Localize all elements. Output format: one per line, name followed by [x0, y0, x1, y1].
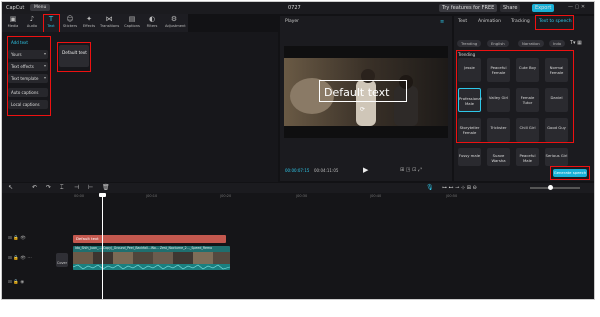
track-controls-icon[interactable]: ⊟ 🔒 ◉ — [8, 280, 24, 285]
split-icon[interactable]: ⌶ — [60, 184, 64, 192]
transitions-icon: ⋈ — [105, 15, 113, 23]
menu-button[interactable]: Menu — [30, 4, 51, 11]
voice-peaceful-male[interactable]: Peaceful Male — [516, 148, 539, 166]
video-clip-label: Ida_Shih_Juan_...(Copy)_Ground_Peel_Back… — [75, 246, 213, 250]
audio-waveform — [73, 264, 230, 270]
audio-icon: ♪ — [29, 15, 35, 23]
tool-tabs: ▣ Media ♪ Audio T Text ☺ Stickers ✦ Effects ⋈… — [2, 14, 188, 32]
current-time: 00:00:07:15 — [285, 168, 310, 173]
time-ruler: 00:00 |00:10 |00:20 |00:30 |00:40 |00:50 — [74, 194, 458, 198]
voice-fussy-male[interactable]: Fussy male — [458, 148, 481, 166]
title-bar: CapCut Menu 0727 Try features for FREE S… — [2, 2, 594, 14]
select-icon[interactable]: ↖ — [8, 184, 13, 191]
adjustment-icon: ⚙ — [170, 15, 178, 23]
app-logo: CapCut — [6, 5, 25, 11]
zoom-handle[interactable] — [548, 185, 553, 190]
tab-audio[interactable]: ♪ Audio — [23, 15, 41, 31]
chip-narration[interactable]: Narration — [518, 40, 544, 47]
video-clip[interactable]: Ida_Shih_Juan_...(Copy)_Ground_Peel_Back… — [73, 246, 230, 270]
redo-icon[interactable]: ↷ — [46, 184, 51, 191]
tab-effects[interactable]: ✦ Effects — [80, 15, 98, 31]
chip-indo[interactable]: Indo — [549, 40, 566, 47]
project-title: 0727 — [288, 5, 301, 11]
play-icon[interactable]: ▶ — [363, 166, 368, 174]
timeline-tools-icon[interactable]: ⊶ ⊷ ⊸ ⊹ ⊞ ⊖ — [442, 185, 477, 191]
total-time: 00:04:11:05 — [314, 168, 339, 173]
text-clip[interactable]: Default text — [73, 235, 226, 243]
cover-button[interactable]: Cover — [56, 253, 68, 267]
tab-tracking[interactable]: Tracking — [511, 19, 530, 24]
playhead-handle[interactable] — [99, 193, 106, 197]
split-left-icon[interactable]: ⊣ — [74, 184, 79, 191]
tab-stickers[interactable]: ☺ Stickers — [61, 15, 79, 31]
highlight-sidebar — [7, 36, 51, 116]
captions-icon: ▤ — [128, 15, 136, 23]
track-controls-icon[interactable]: ⊟ 🔒 👁 ⋯ — [8, 256, 32, 261]
tab-filters[interactable]: ◐ Filters — [143, 15, 161, 31]
undo-icon[interactable]: ↶ — [32, 184, 37, 191]
media-icon: ▣ — [9, 15, 17, 23]
tab-animation[interactable]: Animation — [478, 19, 501, 24]
split-right-icon[interactable]: ⊢ — [88, 184, 93, 191]
highlight-generate — [550, 166, 590, 180]
track-controls-icon[interactable]: ⊟ 🔒 👁 — [8, 236, 26, 241]
effects-icon: ✦ — [86, 15, 92, 23]
tab-transitions[interactable]: ⋈ Transitions — [100, 15, 119, 31]
free-trial-button[interactable]: Try features for FREE — [439, 4, 498, 12]
text-overlay-box[interactable]: Default text — [319, 80, 407, 102]
voice-suave-warsha[interactable]: Suave Warsha — [487, 148, 510, 166]
voice-serious-girl[interactable]: Serious Girl — [545, 148, 568, 166]
capcut-window: CapCut Menu 0727 Try features for FREE S… — [1, 1, 595, 300]
highlight-voices — [456, 50, 574, 143]
chip-english[interactable]: English — [487, 40, 509, 47]
tab-adjustment[interactable]: ⚙ Adjustment — [165, 15, 186, 31]
stickers-icon: ☺ — [66, 15, 74, 23]
tab-captions[interactable]: ▤ Captions — [123, 15, 141, 31]
player-tools-icon[interactable]: ⊞ ◳ ⊡ ⤢ — [400, 167, 422, 173]
zoom-slider[interactable] — [530, 185, 580, 190]
playhead[interactable] — [102, 193, 103, 299]
tab-media[interactable]: ▣ Media — [4, 15, 22, 31]
player-label: Player — [285, 19, 300, 24]
text-overlay: Default text — [324, 86, 390, 99]
highlight-tts-tab — [535, 15, 574, 30]
tab-text-props[interactable]: Text — [458, 19, 467, 24]
rotate-icon[interactable]: ⟳ — [360, 106, 365, 113]
filters-icon: ◐ — [148, 15, 156, 23]
video-thumbnails — [73, 252, 230, 264]
menu-lines-icon[interactable]: ≡ — [440, 19, 444, 25]
record-icon[interactable]: 🎙 — [426, 184, 434, 191]
highlight-text-tab — [43, 14, 60, 33]
highlight-default-text — [57, 42, 91, 72]
text-clip-label: Default text — [76, 236, 99, 241]
delete-icon[interactable]: 🗑 — [102, 184, 110, 191]
export-button[interactable]: Export — [532, 4, 555, 12]
filter-icon[interactable]: T▾ ▦ — [570, 40, 582, 46]
share-button[interactable]: Share — [500, 4, 521, 12]
chip-trending[interactable]: Trending — [457, 40, 482, 47]
window-controls-icon[interactable]: — ▢ ✕ — [568, 4, 585, 10]
